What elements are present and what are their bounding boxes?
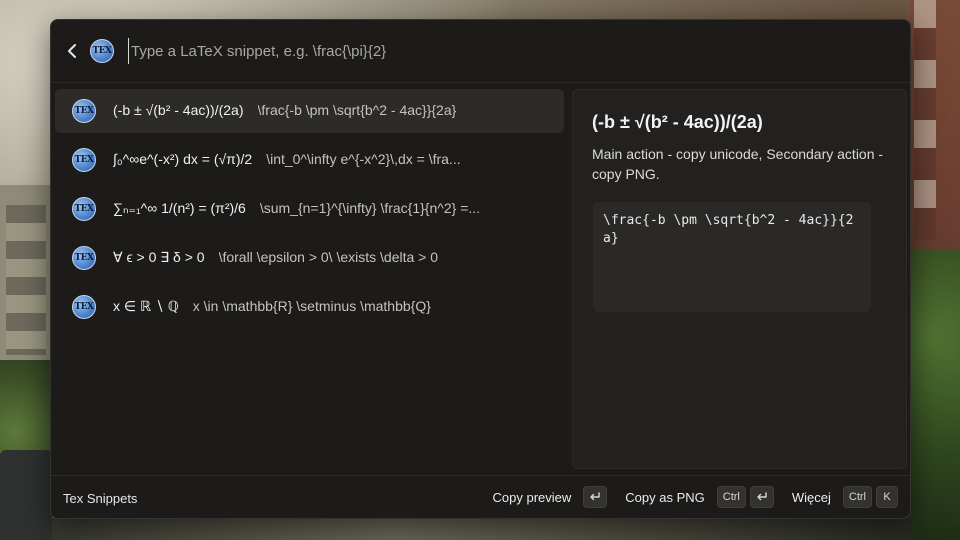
- tex-logo-icon: TEX: [72, 295, 96, 319]
- tex-logo-icon: TEX: [90, 39, 114, 63]
- search-input[interactable]: [128, 38, 888, 64]
- latex-code-block: \frac{-b \pm \sqrt{b^2 - 4ac}}{2a}: [593, 202, 871, 312]
- list-item-title: ∑ₙ₌₁^∞ 1/(n²) = (π²)/6: [113, 200, 246, 216]
- footer-actions: Copy preview Copy as PNG Ctrl Więcej Ctr…: [475, 486, 898, 508]
- k-key: K: [876, 486, 898, 508]
- detail-panel: (-b ± √(b² - 4ac))/(2a) Main action - co…: [572, 89, 907, 469]
- chevron-left-icon: [68, 44, 76, 58]
- list-item[interactable]: TEX ∀ ϵ > 0 ∃ δ > 0 \forall \epsilon > 0…: [55, 236, 564, 280]
- enter-icon: [757, 492, 767, 501]
- list-item-content: ∫₀^∞e^(-x²) dx = (√π)/2 \int_0^\infty e^…: [113, 151, 545, 167]
- list-item-title: ∫₀^∞e^(-x²) dx = (√π)/2: [113, 151, 253, 167]
- extension-title: Tex Snippets: [63, 491, 138, 506]
- action-label: Copy as PNG: [625, 489, 705, 505]
- list-item-content: ∑ₙ₌₁^∞ 1/(n²) = (π²)/6 \sum_{n=1}^{\inft…: [113, 200, 545, 217]
- tex-logo-icon: TEX: [72, 246, 96, 270]
- list-item[interactable]: TEX ∑ₙ₌₁^∞ 1/(n²) = (π²)/6 \sum_{n=1}^{\…: [55, 187, 564, 231]
- background-ivy: [908, 250, 960, 540]
- list-item-latex: x \in \mathbb{R} \setminus \mathbb{Q}: [192, 298, 431, 314]
- list-item-title: ∀ ϵ > 0 ∃ δ > 0: [113, 249, 205, 265]
- enter-icon: [590, 492, 600, 501]
- list-item-content: (-b ± √(b² - 4ac))/(2a) \frac{-b \pm \sq…: [113, 102, 545, 118]
- results-list: TEX (-b ± √(b² - 4ac))/(2a) \frac{-b \pm…: [55, 89, 564, 469]
- list-item-latex: \sum_{n=1}^{\infty} \frac{1}{n^2} =...: [259, 200, 481, 216]
- enter-key: [583, 486, 608, 508]
- background-street: [52, 518, 912, 540]
- detail-title: (-b ± √(b² - 4ac))/(2a): [592, 112, 763, 132]
- list-item-latex: \forall \epsilon > 0\ \exists \delta > 0: [218, 249, 439, 265]
- list-item-title: x ∈ ℝ ∖ ℚ: [113, 298, 179, 314]
- list-item[interactable]: TEX ∫₀^∞e^(-x²) dx = (√π)/2 \int_0^\inft…: [55, 138, 564, 182]
- tex-logo-icon: TEX: [72, 148, 96, 172]
- list-item[interactable]: TEX (-b ± √(b² - 4ac))/(2a) \frac{-b \pm…: [55, 89, 564, 133]
- list-item-title: (-b ± √(b² - 4ac))/(2a): [113, 102, 244, 118]
- ctrl-key: Ctrl: [842, 486, 872, 508]
- copy-as-png-action[interactable]: Copy as PNG Ctrl: [625, 486, 774, 508]
- search-bar: TEX: [51, 20, 910, 83]
- action-label: Copy preview: [492, 489, 572, 505]
- enter-key: [749, 486, 774, 508]
- list-item-latex: \frac{-b \pm \sqrt{b^2 - 4ac}}{2a}: [257, 102, 457, 118]
- launcher-window: TEX TEX (-b ± √(b² - 4ac))/(2a) \frac{-b…: [50, 19, 911, 519]
- list-item-content: x ∈ ℝ ∖ ℚ x \in \mathbb{R} \setminus \ma…: [113, 298, 545, 315]
- copy-preview-action[interactable]: Copy preview: [493, 486, 608, 508]
- list-item[interactable]: TEX x ∈ ℝ ∖ ℚ x \in \mathbb{R} \setminus…: [55, 285, 564, 329]
- ctrl-key: Ctrl: [716, 486, 746, 508]
- back-button[interactable]: [61, 40, 83, 62]
- list-item-latex: \int_0^\infty e^{-x^2}\,dx = \fra...: [266, 151, 461, 167]
- list-item-content: ∀ ϵ > 0 ∃ δ > 0 \forall \epsilon > 0\ \e…: [113, 249, 545, 266]
- footer-bar: Tex Snippets Copy preview Copy as PNG Ct…: [51, 475, 910, 518]
- background-car: [0, 450, 52, 540]
- detail-description: Main action - copy unicode, Secondary ac…: [592, 146, 884, 182]
- more-actions-button[interactable]: Więcej Ctrl K: [792, 486, 898, 508]
- tex-logo-icon: TEX: [72, 197, 96, 221]
- tex-logo-icon: TEX: [72, 99, 96, 123]
- action-label: Więcej: [791, 489, 831, 505]
